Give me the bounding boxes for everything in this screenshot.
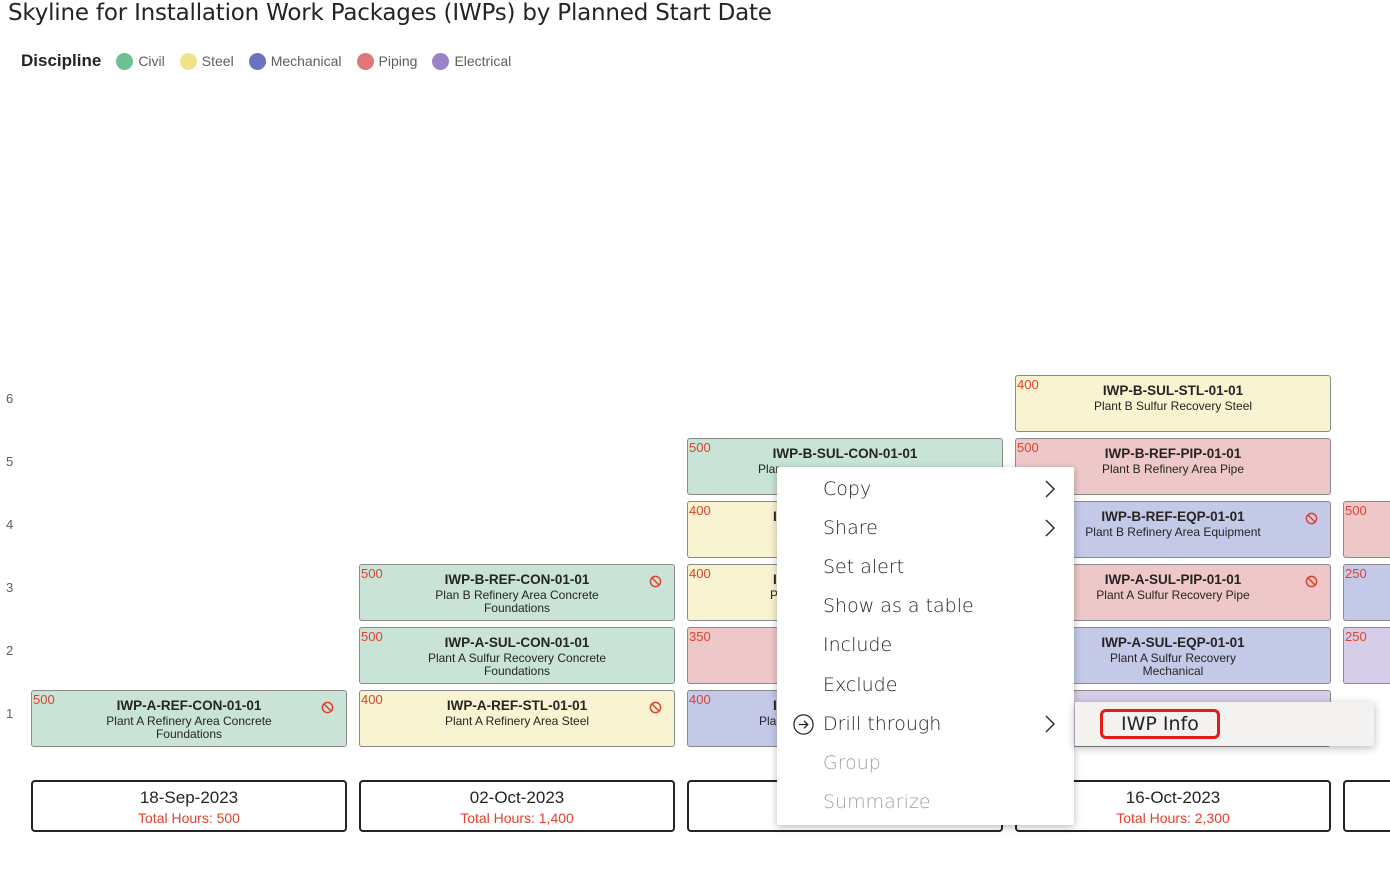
y-tick-2: 2 (6, 643, 14, 658)
blocked-icon (649, 701, 662, 714)
date-label: 02-Oct-2023 (469, 788, 565, 807)
legend-item-electrical[interactable]: Electrical (432, 52, 512, 70)
legend-title: Discipline (21, 51, 102, 70)
card-hours: 350 (689, 629, 711, 644)
y-tick-6: 6 (6, 391, 14, 406)
date-box[interactable]: 18-Sep-2023 Total Hours: 500 (31, 780, 347, 832)
card-description: Plant A Refinery Area Concrete Foundatio… (106, 714, 272, 741)
iwp-card[interactable]: 500 IWP-A-REF-CON-01-01 Plant A Refinery… (31, 690, 347, 747)
y-tick-5: 5 (6, 454, 14, 469)
menu-item-copy[interactable]: Copy (777, 473, 1074, 505)
menu-item-include[interactable]: Include (777, 629, 1074, 661)
legend-label: Mechanical (270, 53, 342, 69)
legend-item-piping[interactable]: Piping (356, 52, 418, 70)
card-id: IWP-B-SUL-STL-01-01 (1102, 383, 1244, 398)
menu-item-label: Exclude (823, 674, 898, 696)
card-hours: 250 (1345, 629, 1367, 644)
chevron-right-icon (1045, 519, 1055, 537)
legend-item-steel[interactable]: Steel (179, 52, 234, 70)
menu-item-set-alert[interactable]: Set alert (777, 551, 1074, 583)
menu-item-show-as-table[interactable]: Show as a table (777, 590, 1074, 622)
legend-dot-icon (116, 52, 134, 70)
legend-item-mechanical[interactable]: Mechanical (248, 52, 342, 70)
card-description: Plant A Refinery Area Steel (444, 714, 590, 728)
card-id: IWP-A-REF-CON-01-01 (116, 698, 262, 713)
legend: Discipline Civil Steel Mechanical Piping… (21, 50, 526, 72)
menu-item-label: Summarize (823, 791, 931, 813)
menu-item-exclude[interactable]: Exclude (777, 669, 1074, 701)
card-description: Plan B Refinery Area Concrete Foundation… (435, 588, 599, 615)
blocked-icon (1305, 575, 1318, 588)
menu-item-label: Show as a table (823, 595, 974, 617)
card-id: IWP-B-SUL-CON-01-01 (772, 446, 918, 461)
blocked-icon (321, 701, 334, 714)
page-title: Skyline for Installation Work Packages (… (8, 0, 772, 26)
legend-label: Electrical (454, 53, 512, 69)
legend-label: Steel (201, 53, 234, 69)
date-box[interactable]: 02-Oct-2023 Total Hours: 1,400 (359, 780, 675, 832)
menu-item-label: Include (823, 634, 893, 656)
card-hours: 400 (689, 566, 711, 581)
card-id: IWP-A-REF-STL-01-01 (446, 698, 588, 713)
blocked-icon (1305, 512, 1318, 525)
card-hours: 500 (1345, 503, 1367, 518)
card-id: IWP-A-SUL-CON-01-01 (444, 635, 590, 650)
menu-item-summarize: Summarize (777, 786, 1074, 818)
iwp-card[interactable]: 250 (1343, 564, 1390, 621)
card-id: IWP-B-REF-CON-01-01 (444, 572, 590, 587)
submenu-item-iwp-info[interactable]: IWP Info (1101, 710, 1219, 738)
arrow-circle-icon (793, 714, 814, 735)
iwp-card[interactable]: 500 IWP-B-REF-CON-01-01 Plan B Refinery … (359, 564, 675, 621)
y-tick-1: 1 (6, 706, 14, 721)
legend-dot-icon (248, 52, 266, 70)
menu-item-drill-through[interactable]: Drill through (777, 708, 1074, 740)
iwp-card[interactable]: 400 IWP-A-REF-STL-01-01 Plant A Refinery… (359, 690, 675, 747)
legend-label: Piping (378, 53, 418, 69)
date-label: 18-Sep-2023 (139, 788, 239, 807)
iwp-card[interactable]: 500 (1343, 501, 1390, 558)
legend-label: Civil (138, 53, 165, 69)
card-description: Plant A Sulfur Recovery Concrete Foundat… (427, 651, 607, 678)
legend-dot-icon (179, 52, 197, 70)
context-menu: Copy Share Set alert Show as a table Inc… (777, 467, 1074, 825)
card-description: Plant B Sulfur Recovery Steel (1093, 399, 1253, 413)
y-tick-3: 3 (6, 580, 14, 595)
total-hours: Total Hours: 500 (138, 810, 240, 826)
menu-item-share[interactable]: Share (777, 512, 1074, 544)
blocked-icon (649, 575, 662, 588)
drill-through-submenu: IWP Info (1075, 702, 1374, 746)
iwp-card[interactable]: 500 IWP-A-SUL-CON-01-01 Plant A Sulfur R… (359, 627, 675, 684)
date-box[interactable] (1343, 780, 1390, 832)
legend-dot-icon (432, 52, 450, 70)
card-hours: 400 (689, 503, 711, 518)
card-id: IWP-B-REF-PIP-01-01 (1104, 446, 1242, 461)
total-hours: Total Hours: 1,400 (460, 810, 574, 826)
menu-item-label: Share (823, 517, 878, 539)
card-hours: 250 (1345, 566, 1367, 581)
y-tick-4: 4 (6, 517, 14, 532)
legend-item-civil[interactable]: Civil (116, 52, 165, 70)
chevron-right-icon (1045, 715, 1055, 733)
menu-item-label: Set alert (823, 556, 905, 578)
card-hours: 400 (689, 692, 711, 707)
menu-item-group: Group (777, 747, 1074, 779)
menu-item-label: Drill through (823, 713, 942, 735)
legend-dot-icon (356, 52, 374, 70)
iwp-card[interactable]: 250 (1343, 627, 1390, 684)
iwp-card[interactable]: 400 IWP-B-SUL-STL-01-01 Plant B Sulfur R… (1015, 375, 1331, 432)
chevron-right-icon (1045, 480, 1055, 498)
menu-item-label: Copy (823, 478, 872, 500)
menu-item-label: Group (823, 752, 881, 774)
